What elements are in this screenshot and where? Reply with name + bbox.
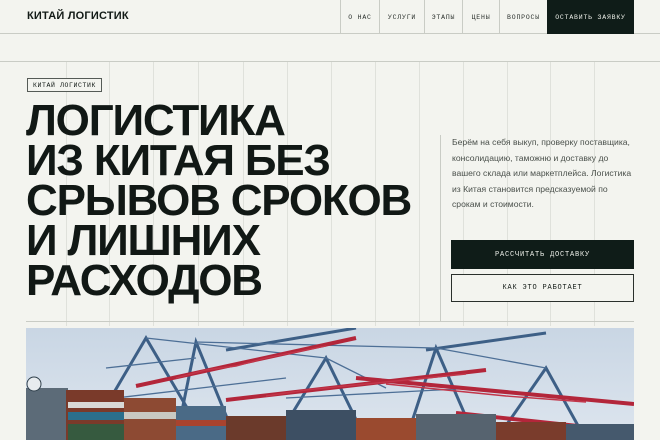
hero-title-line: РАСХОДОВ — [26, 256, 263, 305]
section-divider — [26, 321, 634, 322]
nav-item-prices[interactable]: ЦЕНЫ — [462, 0, 499, 34]
hero-description: Берём на себя выкуп, проверку поставщика… — [452, 137, 632, 210]
nav-item-about[interactable]: О НАС — [340, 0, 379, 34]
how-it-works-button[interactable]: КАК ЭТО РАБОТАЕТ — [451, 274, 634, 302]
hero-title: ЛОГИСТИКА ИЗ КИТАЯ БЕЗ СРЫВОВ СРОКОВ И Л… — [26, 96, 446, 305]
main-nav: О НАС УСЛУГИ ЭТАПЫ ЦЕНЫ ВОПРОСЫ ОСТАВИТЬ… — [340, 0, 634, 34]
header-spacer — [0, 34, 660, 62]
hero-title-line: И ЛИШНИХ — [26, 216, 261, 265]
port-photo — [26, 328, 634, 440]
port-cranes-image — [26, 328, 634, 440]
hero-divider — [440, 135, 441, 321]
hero-tag: КИТАЙ ЛОГИСТИК — [27, 78, 103, 92]
logo[interactable]: КИТАЙ ЛОГИСТИК — [27, 10, 129, 22]
request-button[interactable]: ОСТАВИТЬ ЗАЯВКУ — [547, 0, 634, 34]
hero-title-line: СРЫВОВ СРОКОВ — [26, 176, 412, 225]
site-header: КИТАЙ ЛОГИСТИК О НАС УСЛУГИ ЭТАПЫ ЦЕНЫ В… — [0, 0, 660, 34]
calculate-delivery-button[interactable]: РАССЧИТАТЬ ДОСТАВКУ — [451, 240, 634, 269]
hero-title-line: ИЗ КИТАЯ БЕЗ — [26, 136, 331, 185]
nav-item-steps[interactable]: ЭТАПЫ — [424, 0, 462, 34]
hero-title-line: ЛОГИСТИКА — [26, 96, 286, 145]
nav-item-services[interactable]: УСЛУГИ — [379, 0, 424, 34]
nav-item-faq[interactable]: ВОПРОСЫ — [499, 0, 547, 34]
